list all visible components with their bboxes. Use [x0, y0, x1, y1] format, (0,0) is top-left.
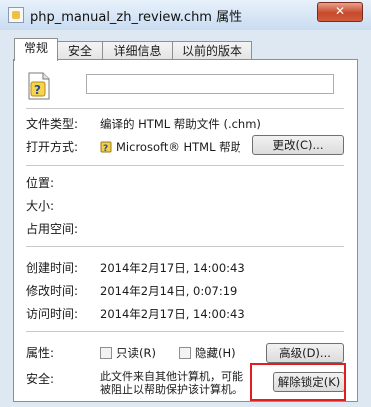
- help-program-icon: ?: [100, 141, 112, 153]
- svg-text:?: ?: [34, 83, 41, 97]
- window-icon: [8, 7, 24, 23]
- readonly-label: 只读(R): [116, 346, 156, 360]
- tab-general[interactable]: 常规: [14, 38, 58, 61]
- dialog-body: 常规 安全 详细信息 以前的版本 ? 文件类型: 编译的 HTML 帮助文件 (…: [0, 30, 371, 407]
- open-with-value: ? Microsoft® HTML 帮助: [100, 139, 240, 155]
- tab-security[interactable]: 安全: [57, 41, 103, 60]
- divider: [26, 331, 344, 332]
- chm-file-icon: ?: [28, 72, 50, 100]
- file-type-value: 编译的 HTML 帮助文件 (.chm): [100, 117, 261, 131]
- security-label: 安全:: [26, 372, 55, 386]
- hidden-label: 隐藏(H): [195, 346, 236, 360]
- modified-label: 修改时间:: [26, 284, 79, 298]
- size-label: 大小:: [26, 199, 55, 213]
- window-title: php_manual_zh_review.chm 属性: [30, 10, 243, 25]
- created-label: 创建时间:: [26, 261, 79, 275]
- open-with-text: Microsoft® HTML 帮助: [116, 140, 240, 154]
- modified-value: 2014年2月14日, 0:07:19: [100, 284, 238, 298]
- svg-text:?: ?: [103, 144, 108, 153]
- hidden-checkbox-box[interactable]: [179, 347, 191, 359]
- highlight-box: [250, 363, 346, 401]
- divider: [26, 246, 344, 247]
- title-bar: php_manual_zh_review.chm 属性 ✕: [0, 0, 371, 30]
- size-on-disk-label: 占用空间:: [26, 222, 79, 236]
- close-button[interactable]: ✕: [317, 2, 363, 22]
- readonly-checkbox-box[interactable]: [100, 347, 112, 359]
- location-label: 位置:: [26, 176, 55, 190]
- tab-previous-versions[interactable]: 以前的版本: [172, 41, 252, 60]
- tab-details[interactable]: 详细信息: [102, 41, 173, 60]
- accessed-label: 访问时间:: [26, 307, 79, 321]
- security-text-line2: 被阻止以帮助保护该计算机。: [100, 383, 243, 396]
- open-with-label: 打开方式:: [26, 140, 79, 154]
- file-type-label: 文件类型:: [26, 117, 79, 131]
- created-value: 2014年2月17日, 14:00:43: [100, 261, 245, 275]
- readonly-checkbox[interactable]: 只读(R): [100, 345, 156, 361]
- filename-field[interactable]: [86, 74, 334, 94]
- general-panel: ? 文件类型: 编译的 HTML 帮助文件 (.chm) 打开方式: ? Mic…: [13, 59, 358, 402]
- advanced-button[interactable]: 高级(D)...: [266, 343, 344, 363]
- attributes-label: 属性:: [26, 346, 55, 360]
- divider: [26, 165, 344, 166]
- accessed-value: 2014年2月17日, 14:00:43: [100, 307, 245, 321]
- hidden-checkbox[interactable]: 隐藏(H): [179, 345, 236, 361]
- divider: [26, 108, 344, 109]
- change-button[interactable]: 更改(C)...: [252, 135, 344, 155]
